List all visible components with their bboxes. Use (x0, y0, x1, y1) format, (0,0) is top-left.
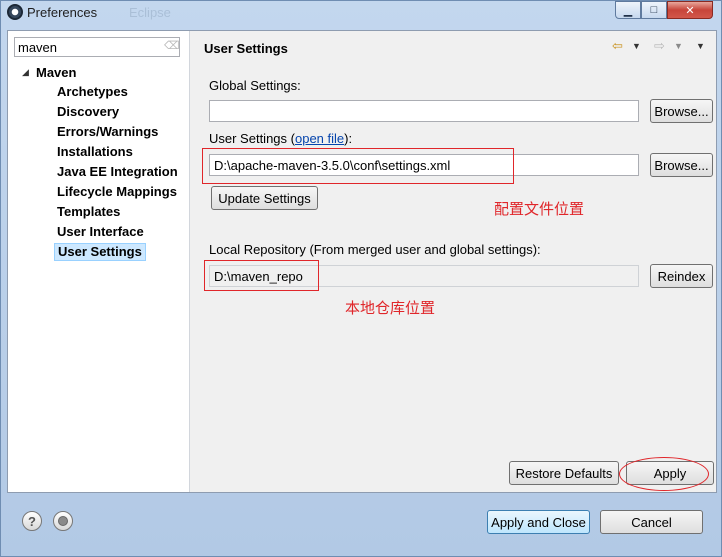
cancel-button[interactable]: Cancel (600, 510, 703, 534)
global-browse-button[interactable]: Browse... (650, 99, 713, 123)
tree-item-discovery[interactable]: Discovery (54, 103, 122, 121)
forward-arrow-icon[interactable]: ⇨ (654, 38, 665, 54)
forward-history-chevron-down-icon[interactable]: ▼ (674, 38, 683, 54)
user-settings-field[interactable]: D:\apache-maven-3.5.0\conf\settings.xml (209, 154, 639, 176)
page-title: User Settings (204, 41, 288, 56)
tree-item-user-interface[interactable]: User Interface (54, 223, 147, 241)
local-repository-label: Local Repository (From merged user and g… (209, 242, 541, 257)
tree-item-user-settings[interactable]: User Settings (54, 243, 146, 261)
apply-button[interactable]: Apply (626, 461, 714, 485)
expand-arrow-icon[interactable]: ◢ (22, 67, 36, 78)
page-header: User Settings ⇦ ▼ ⇨ ▼ ▼ (191, 31, 716, 63)
tree-item-java-ee-integration[interactable]: Java EE Integration (54, 163, 181, 181)
dialog-footer: ? Apply and Close Cancel (1, 493, 721, 556)
record-icon[interactable] (53, 511, 73, 531)
dialog-body: ⌫ ◢ Maven Archetypes Discovery Errors/Wa… (7, 30, 717, 493)
reindex-button[interactable]: Reindex (650, 264, 713, 288)
tree-node-label: Maven (36, 64, 77, 80)
title-bar: Preferences Eclipse ▁ □ ✕ (1, 1, 721, 25)
minimize-icon: ▁ (623, 4, 633, 17)
tree-item-errors-warnings[interactable]: Errors/Warnings (54, 123, 161, 141)
close-button[interactable]: ✕ (667, 1, 713, 19)
global-settings-field[interactable] (209, 100, 639, 122)
close-icon: ✕ (685, 4, 695, 17)
user-settings-label-suffix: ): (344, 131, 353, 146)
maximize-icon: □ (650, 4, 658, 16)
apply-and-close-button[interactable]: Apply and Close (487, 510, 590, 534)
tree-item-templates[interactable]: Templates (54, 203, 123, 221)
preference-tree-pane: ⌫ ◢ Maven Archetypes Discovery Errors/Wa… (8, 31, 190, 492)
record-dot (58, 516, 68, 526)
tree-item-archetypes[interactable]: Archetypes (54, 83, 131, 101)
restore-defaults-button[interactable]: Restore Defaults (509, 461, 619, 485)
user-settings-label: User Settings (open file): (209, 131, 352, 146)
user-settings-label-prefix: User Settings ( (209, 131, 295, 146)
settings-page: User Settings ⇦ ▼ ⇨ ▼ ▼ Global Settings:… (191, 31, 716, 492)
tree-item-lifecycle-mappings[interactable]: Lifecycle Mappings (54, 183, 180, 201)
view-menu-icon[interactable]: ▼ (696, 38, 705, 54)
user-browse-button[interactable]: Browse... (650, 153, 713, 177)
back-history-chevron-down-icon[interactable]: ▼ (632, 38, 641, 54)
filter-input[interactable] (14, 37, 180, 57)
question-icon[interactable]: ? (22, 511, 42, 531)
open-file-link[interactable]: open file (295, 131, 344, 146)
clear-filter-icon[interactable]: ⌫ (164, 40, 180, 52)
back-arrow-icon[interactable]: ⇦ (612, 38, 623, 54)
tree-node-maven[interactable]: ◢ Maven (22, 63, 76, 81)
eclipse-app-icon (7, 4, 23, 20)
repo-note: 本地仓库位置 (345, 299, 436, 317)
window-title: Preferences (27, 5, 98, 20)
global-settings-label: Global Settings: (209, 78, 301, 93)
tree-item-installations[interactable]: Installations (54, 143, 136, 161)
background-window-title: Eclipse (129, 5, 171, 20)
preferences-window: Preferences Eclipse ▁ □ ✕ ⌫ ◢ Maven Arch… (0, 0, 722, 557)
local-repository-field: D:\maven_repo (209, 265, 639, 287)
minimize-button[interactable]: ▁ (615, 1, 641, 19)
maximize-button[interactable]: □ (641, 1, 667, 19)
config-note: 配置文件位置 (494, 200, 585, 218)
update-settings-button[interactable]: Update Settings (211, 186, 318, 210)
